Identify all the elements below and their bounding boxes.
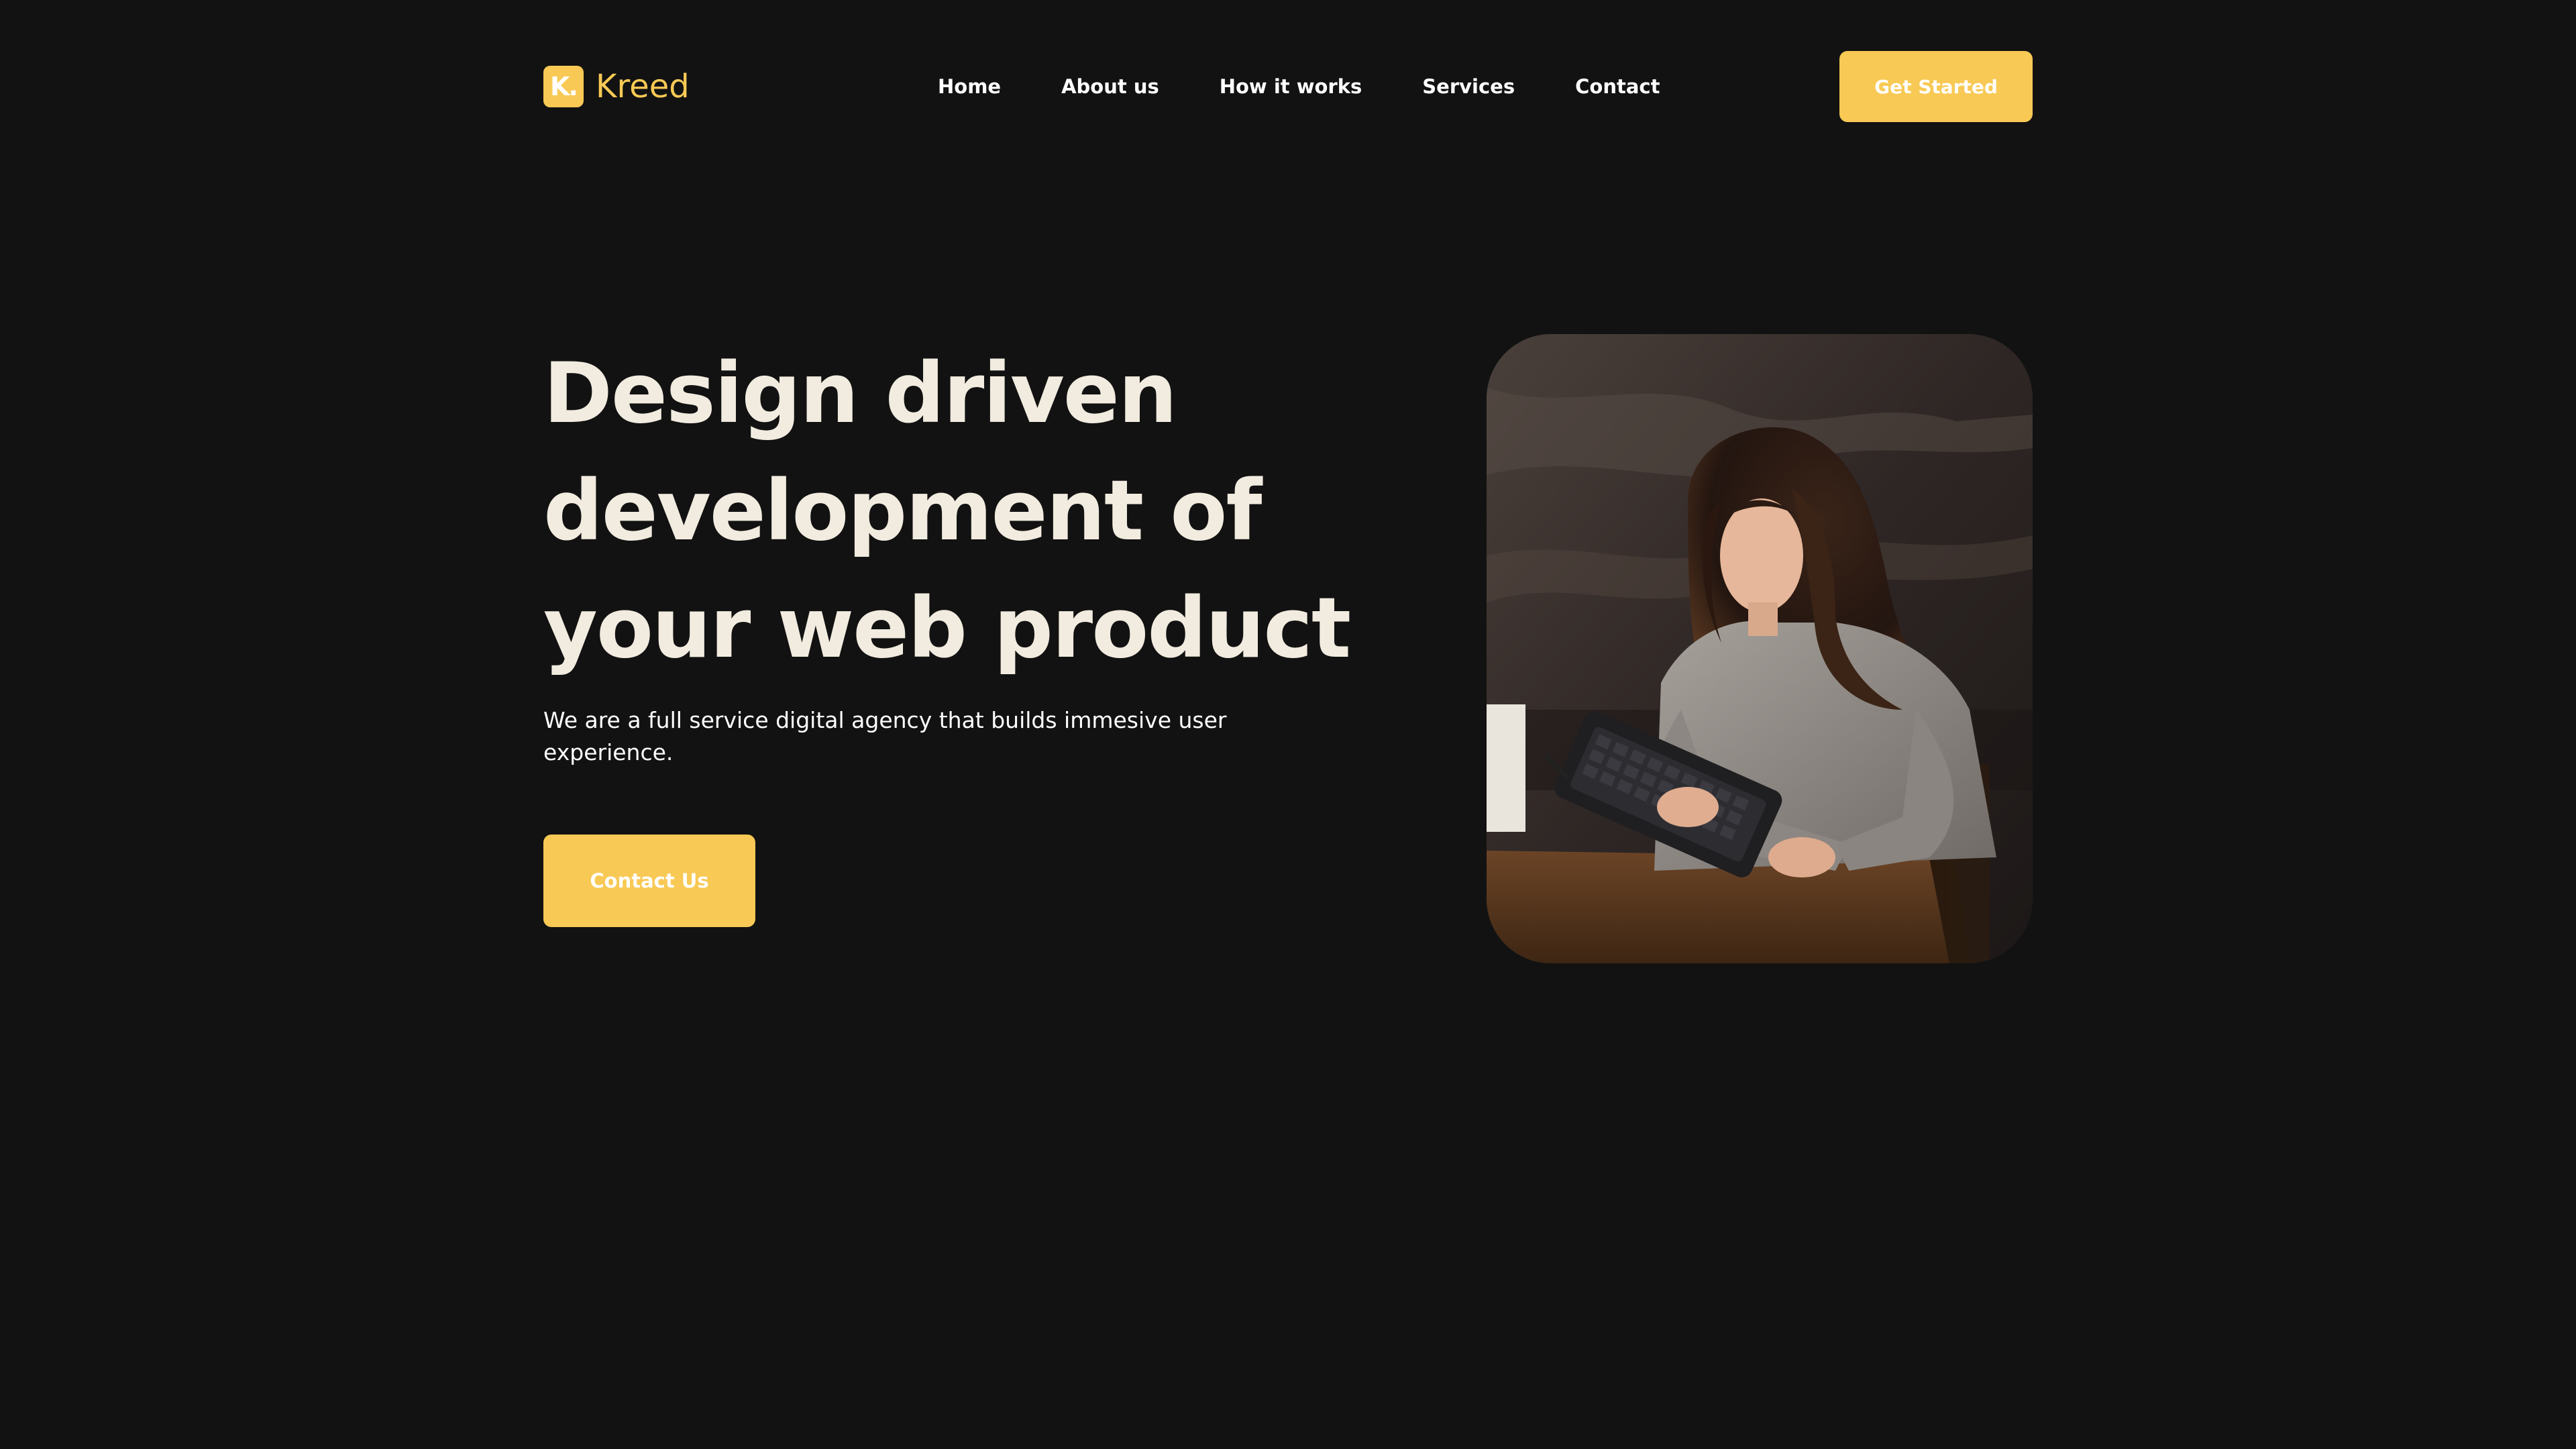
hero-title-line: development of [543, 463, 1262, 559]
landing-page: K. Kreed Home About us How it works Serv… [0, 0, 2576, 1449]
hero-title: Design driven development of your web pr… [543, 335, 1351, 688]
hero-title-line: your web product [543, 580, 1351, 677]
nav-item-services[interactable]: Services [1422, 75, 1515, 98]
nav-item-home[interactable]: Home [938, 75, 1001, 98]
hero-title-line: Design driven [543, 345, 1177, 442]
hero-photo [1487, 334, 2033, 963]
main-nav: Home About us How it works Services Cont… [938, 72, 1660, 101]
nav-item-contact[interactable]: Contact [1575, 75, 1660, 98]
nav-item-how-it-works[interactable]: How it works [1220, 75, 1362, 98]
hero-subtitle: We are a full service digital agency tha… [543, 707, 1227, 765]
brand-name: Kreed [596, 68, 690, 105]
brand-logo[interactable]: K. Kreed [543, 66, 690, 107]
nav-item-about-us[interactable]: About us [1061, 75, 1159, 98]
brand-logo-icon: K. [543, 66, 584, 107]
contact-us-button[interactable]: Contact Us [543, 835, 755, 927]
get-started-button[interactable]: Get Started [1839, 51, 2033, 122]
woman-with-tablet-illustration [1487, 334, 2033, 963]
